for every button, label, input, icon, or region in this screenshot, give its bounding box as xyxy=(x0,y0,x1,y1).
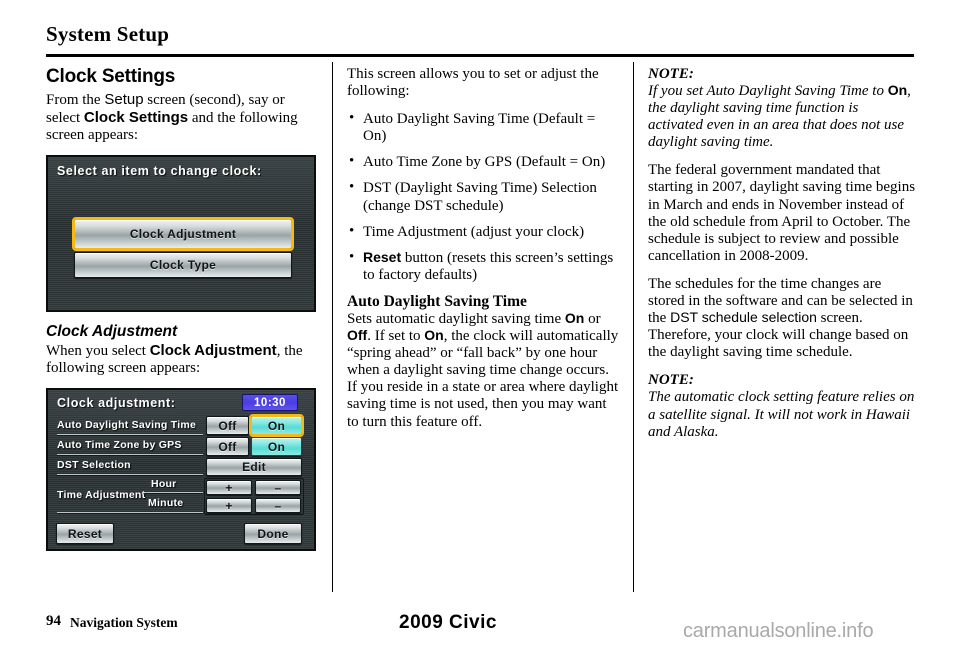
nav-toggle-auto-tz-on-label: On xyxy=(267,439,286,454)
column-divider-left xyxy=(332,62,333,592)
intro-text-1: From the xyxy=(46,92,105,108)
nav-screen-clock-adjustment: Clock adjustment: 10:30 Auto Daylight Sa… xyxy=(46,388,316,552)
adst-on-1: On xyxy=(564,309,585,326)
footer-section-label: Navigation System xyxy=(70,615,178,630)
nav-stepper-minute-minus-label: – xyxy=(274,498,282,513)
nav-button-clock-adjustment[interactable]: Clock Adjustment xyxy=(72,217,294,252)
nav-button-done[interactable]: Done xyxy=(244,523,302,545)
auto-dst-section-heading: Auto Daylight Saving Time xyxy=(347,292,527,310)
nav-row-rule-2 xyxy=(57,454,203,456)
federal-paragraph: The federal government mandated that sta… xyxy=(648,162,916,264)
schedule-paragraph: The schedules for the time changes are s… xyxy=(648,276,916,361)
bullet-reset-text: button (resets this screen’s settings to… xyxy=(363,249,614,283)
note-1-body: If you set Auto Daylight Saving Time to … xyxy=(648,82,916,151)
note1-on-term: On xyxy=(887,82,908,98)
clock-settings-intro: From the Setup screen (second), say or s… xyxy=(46,91,314,144)
clock-adjustment-subheading: Clock Adjustment xyxy=(46,323,178,341)
nav-adjust-title: Clock adjustment: xyxy=(57,396,176,411)
bullet-dst-selection: DST (Daylight Saving Time) Selection (ch… xyxy=(347,179,619,214)
adst-off: Off xyxy=(347,327,368,344)
nav-stepper-minute-plus-label: + xyxy=(225,498,233,513)
sub-text-1: When you select xyxy=(46,343,150,360)
adst-text-3: . If set to xyxy=(367,328,425,345)
nav-toggle-auto-tz-off-label: Off xyxy=(218,439,237,454)
nav-toggle-auto-tz-off[interactable]: Off xyxy=(206,437,249,457)
right-column: NOTE: If you set Auto Daylight Saving Ti… xyxy=(648,66,916,452)
sub-clock-adjustment-term: Clock Adjustment xyxy=(149,342,277,360)
nav-row-rule-1 xyxy=(57,434,203,436)
adst-text-1: Sets automatic daylight saving time xyxy=(347,310,565,327)
nav-button-dst-edit[interactable]: Edit xyxy=(206,458,302,477)
nav-button-clock-type[interactable]: Clock Type xyxy=(74,252,292,279)
adst-text-2: or xyxy=(584,310,601,327)
nav-button-clock-type-label: Clock Type xyxy=(149,258,217,273)
note-1-label: NOTE: xyxy=(648,66,694,82)
watermark: carmanualsonline.info xyxy=(683,620,874,642)
nav-stepper-hour-plus[interactable]: + xyxy=(206,480,252,496)
clock-settings-heading: Clock Settings xyxy=(46,66,176,87)
note-2-label: NOTE: xyxy=(648,372,694,389)
nav-row-label-minute: Minute xyxy=(148,497,184,510)
left-column: Clock Settings From the Setup screen (se… xyxy=(46,66,316,552)
nav-row-label-dst-selection: DST Selection xyxy=(57,459,131,472)
nav-screen-title: Select an item to change clock: xyxy=(57,164,262,179)
nav-button-clock-adjustment-label: Clock Adjustment xyxy=(129,227,237,242)
middle-column: This screen allows you to set or adjust … xyxy=(347,66,619,442)
nav-toggle-auto-dst-on-label: On xyxy=(267,418,286,433)
clock-adjustment-intro: When you select Clock Adjustment, the fo… xyxy=(46,342,314,377)
nav-stepper-minute-plus[interactable]: + xyxy=(206,498,252,514)
nav-stepper-hour-minus-label: – xyxy=(274,480,282,495)
intro-setup-term: Setup xyxy=(104,91,144,108)
column-divider-right xyxy=(633,62,634,592)
nav-toggle-auto-dst-off[interactable]: Off xyxy=(206,416,249,436)
nav-row-rule-3 xyxy=(57,474,203,476)
sched-dst-term: DST schedule selection xyxy=(670,309,817,326)
header-rule xyxy=(46,54,914,57)
bullet-auto-tz: Auto Time Zone by GPS (Default = On) xyxy=(347,153,619,171)
nav-button-done-label: Done xyxy=(257,526,289,541)
bullet-time-adjustment: Time Adjustment (adjust your clock) xyxy=(347,223,619,241)
nav-screen-clock-settings: Select an item to change clock: Clock Ad… xyxy=(46,155,316,313)
nav-clock-time-badge: 10:30 xyxy=(242,394,298,412)
footer-model-year: 2009 Civic xyxy=(399,612,497,633)
nav-toggle-auto-dst-off-label: Off xyxy=(218,418,237,433)
intro-clock-settings-term: Clock Settings xyxy=(83,109,189,127)
nav-toggle-auto-tz-on[interactable]: On xyxy=(251,437,302,457)
middle-bullet-list: Auto Daylight Saving Time (Default = On)… xyxy=(347,110,619,284)
note1-text-1: If you set Auto Daylight Saving Time to xyxy=(648,83,888,99)
auto-dst-section-body: Sets automatic daylight saving time On o… xyxy=(347,309,619,431)
nav-row-label-auto-dst: Auto Daylight Saving Time xyxy=(57,419,197,432)
nav-stepper-hour-plus-label: + xyxy=(225,480,233,495)
middle-intro: This screen allows you to set or adjust … xyxy=(347,66,599,100)
bullet-reset-term: Reset xyxy=(363,248,402,265)
nav-stepper-minute-minus[interactable]: – xyxy=(255,498,301,514)
nav-toggle-auto-dst-on[interactable]: On xyxy=(249,414,304,438)
nav-stepper-hour-minus[interactable]: – xyxy=(255,480,301,496)
bullet-auto-dst: Auto Daylight Saving Time (Default = On) xyxy=(347,110,619,145)
note-2-body: The automatic clock setting feature reli… xyxy=(648,389,915,440)
adst-on-2: On xyxy=(424,327,444,344)
nav-button-reset[interactable]: Reset xyxy=(56,523,114,545)
bullet-reset: Reset button (resets this screen’s setti… xyxy=(347,248,619,284)
nav-row-rule-4 xyxy=(57,512,203,514)
nav-row-label-auto-tz: Auto Time Zone by GPS xyxy=(57,439,182,452)
footer-page-number: 94 xyxy=(46,613,61,629)
nav-row-rule-hour xyxy=(143,492,203,494)
nav-button-dst-edit-label: Edit xyxy=(242,460,266,475)
nav-row-label-hour: Hour xyxy=(151,478,177,491)
nav-button-reset-label: Reset xyxy=(67,526,103,541)
nav-row-label-time-adjustment: Time Adjustment xyxy=(57,489,146,502)
page-title: System Setup xyxy=(46,22,170,46)
